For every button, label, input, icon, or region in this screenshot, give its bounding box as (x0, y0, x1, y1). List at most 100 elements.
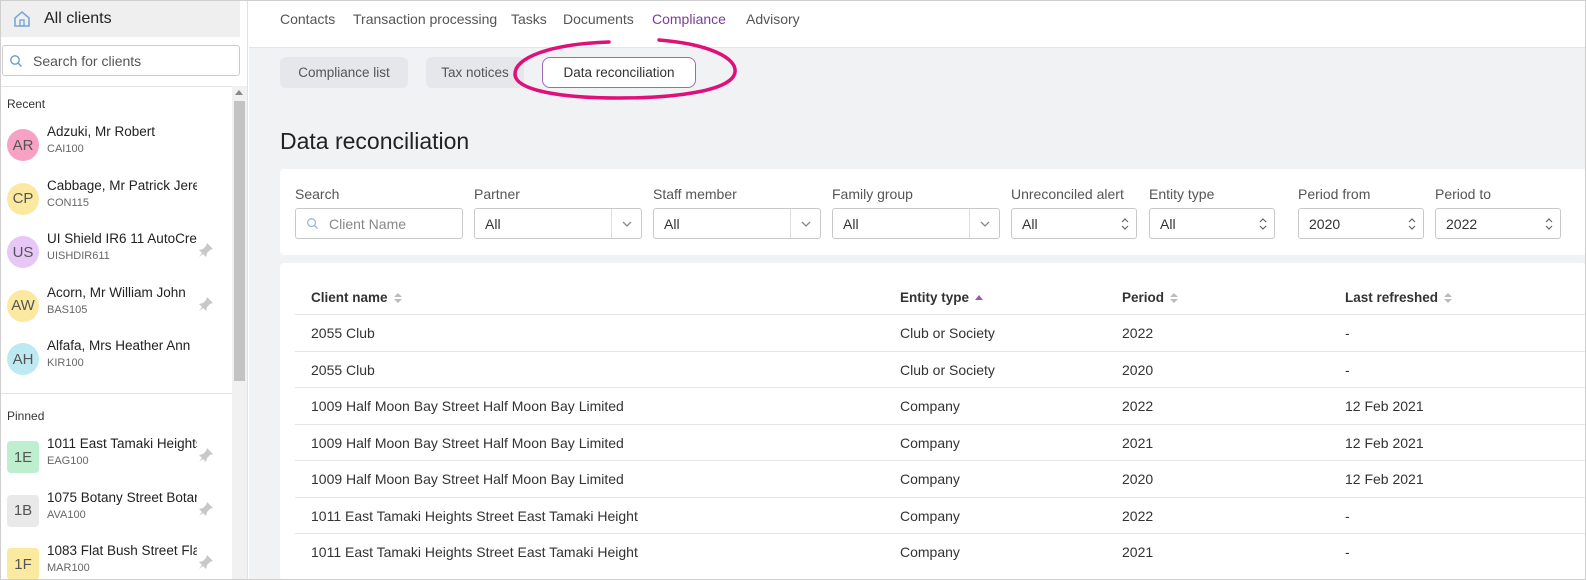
updown-arrow-icon[interactable] (1407, 217, 1417, 231)
family-group-label: Family group (832, 186, 913, 202)
all-clients-header[interactable]: All clients (0, 0, 240, 37)
client-name: UI Shield IR6 11 AutoCreate (47, 231, 197, 246)
chevron-down-icon[interactable] (790, 209, 820, 238)
tab-data-reconciliation[interactable]: Data reconciliation (542, 57, 696, 88)
entity-type-label: Entity type (1149, 186, 1215, 202)
nav-advisory[interactable]: Advisory (746, 11, 800, 27)
client-list-item[interactable]: US UI Shield IR6 11 AutoCreate UISHDIR611 (0, 230, 230, 280)
nav-documents[interactable]: Documents (563, 11, 634, 27)
pin-icon[interactable] (198, 447, 214, 463)
client-list-item[interactable]: 1B 1075 Botany Street Botany AVA100 (0, 489, 230, 539)
table-row[interactable]: 1011 East Tamaki Heights Street East Tam… (295, 496, 1586, 533)
client-search-field[interactable] (2, 45, 240, 76)
table-row[interactable]: 2055 Club Club or Society 2020 - (295, 350, 1586, 387)
updown-arrow-icon[interactable] (1120, 217, 1130, 231)
cell-client-name: 1009 Half Moon Bay Street Half Moon Bay … (311, 471, 624, 487)
search-label: Search (295, 186, 340, 202)
sort-icon[interactable] (1444, 292, 1453, 304)
client-list-item[interactable]: AR Adzuki, Mr Robert CAI100 (0, 123, 230, 173)
cell-period: 2020 (1122, 361, 1154, 378)
column-header-entity-type[interactable]: Entity type (900, 290, 984, 305)
pin-icon[interactable] (198, 501, 214, 517)
cell-entity-type: Club or Society (900, 361, 995, 378)
cell-entity-type: Company (900, 434, 960, 451)
unreconciled-alert-select[interactable]: All (1011, 208, 1137, 239)
page-title: Data reconciliation (280, 128, 470, 154)
nav-contacts[interactable]: Contacts (280, 11, 335, 27)
client-code: CAI100 (47, 143, 84, 155)
client-code: UISHDIR611 (47, 250, 110, 262)
column-header-label: Client name (311, 290, 388, 305)
cell-client-name: 2055 Club (311, 325, 375, 341)
table-row[interactable]: 1009 Half Moon Bay Street Half Moon Bay … (295, 387, 1586, 423)
cell-entity-type: Company (900, 398, 960, 414)
sort-icon[interactable] (1170, 292, 1179, 304)
period-from-label: Period from (1298, 186, 1371, 202)
updown-arrow-icon[interactable] (1258, 217, 1268, 231)
entity-type-select[interactable]: All (1149, 208, 1275, 239)
client-list-item[interactable]: 1E 1011 East Tamaki Heights EAG100 (0, 435, 230, 485)
partner-label: Partner (474, 186, 520, 202)
period-from-value: 2020 (1309, 215, 1341, 232)
client-list-item[interactable]: AW Acorn, Mr William John BAS105 (0, 284, 230, 334)
client-name: Adzuki, Mr Robert (47, 124, 156, 139)
cell-entity-type: Company (900, 507, 960, 524)
client-avatar: 1E (7, 441, 39, 473)
client-name-search[interactable]: Client Name (295, 208, 463, 239)
pin-icon[interactable] (198, 554, 214, 570)
table-row[interactable]: 2055 Club Club or Society 2022 - (295, 314, 1586, 350)
client-code: KIR100 (47, 357, 84, 369)
pinned-section-label: Pinned (7, 409, 45, 423)
cell-client-name: 2055 Club (311, 361, 375, 378)
column-header-client-name[interactable]: Client name (311, 290, 402, 305)
top-navigation: Contacts Transaction processing Tasks Do… (249, 0, 1586, 48)
sort-ascending-icon[interactable] (975, 292, 984, 304)
sidebar-divider (0, 86, 247, 87)
partner-select[interactable]: All (474, 208, 642, 239)
nav-tasks[interactable]: Tasks (511, 11, 547, 27)
sort-icon[interactable] (393, 292, 402, 304)
table-row[interactable]: 1011 East Tamaki Heights Street East Tam… (295, 533, 1586, 569)
family-group-select[interactable]: All (832, 208, 1000, 239)
staff-member-label: Staff member (653, 186, 737, 202)
staff-member-select[interactable]: All (653, 208, 821, 239)
client-search-input[interactable] (33, 52, 223, 69)
client-list-item[interactable]: CP Cabbage, Mr Patrick Jeremy CON115 (0, 177, 230, 227)
sidebar-section-divider (0, 393, 232, 394)
client-name: Alfafa, Mrs Heather Ann (47, 338, 191, 353)
tab-compliance-list[interactable]: Compliance list (280, 57, 408, 88)
chevron-down-icon[interactable] (611, 209, 641, 238)
cell-last-refreshed: - (1345, 325, 1350, 341)
client-list-item[interactable]: 1F 1083 Flat Bush Street Flat MAR100 (0, 542, 230, 580)
client-name: 1075 Botany Street Botany (47, 489, 197, 505)
chevron-down-icon[interactable] (969, 209, 999, 238)
cell-period: 2022 (1122, 325, 1154, 341)
sidebar-scrollbar[interactable] (232, 86, 247, 580)
column-header-last-refreshed[interactable]: Last refreshed (1345, 290, 1453, 305)
column-header-period[interactable]: Period (1122, 290, 1179, 305)
table-row[interactable]: 1009 Half Moon Bay Street Half Moon Bay … (295, 460, 1586, 496)
nav-compliance[interactable]: Compliance (652, 11, 726, 27)
table-row[interactable]: 1009 Half Moon Bay Street Half Moon Bay … (295, 423, 1586, 460)
scrollbar-thumb[interactable] (234, 101, 245, 381)
client-list-item[interactable]: AH Alfafa, Mrs Heather Ann KIR100 (0, 337, 230, 387)
unreconciled-alert-value: All (1022, 215, 1038, 232)
scroll-up-arrow-icon[interactable] (235, 90, 243, 95)
period-to-select[interactable]: 2022 (1435, 208, 1561, 239)
pin-icon[interactable] (198, 242, 214, 258)
search-icon (10, 54, 22, 67)
tab-tax-notices[interactable]: Tax notices (426, 57, 524, 88)
client-avatar: CP (7, 182, 39, 215)
pin-icon[interactable] (198, 296, 214, 312)
client-name: 1083 Flat Bush Street Flat (47, 543, 197, 558)
sidebar-title: All clients (44, 9, 112, 27)
client-avatar: US (7, 236, 39, 268)
nav-transaction-processing[interactable]: Transaction processing (353, 11, 497, 27)
client-code: EAG100 (47, 455, 89, 467)
client-sidebar: All clients Recent AR Adzuki, Mr Robert CA… (0, 0, 248, 580)
cell-period: 2021 (1122, 434, 1154, 451)
period-from-select[interactable]: 2020 (1298, 208, 1424, 239)
client-avatar: 1B (7, 494, 39, 527)
updown-arrow-icon[interactable] (1544, 217, 1554, 231)
partner-value: All (485, 215, 501, 232)
